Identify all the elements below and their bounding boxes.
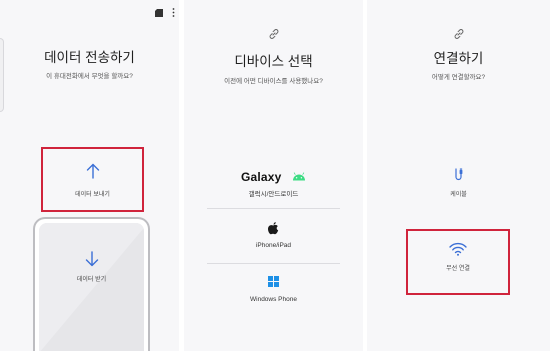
- connect-panel: 연결하기 어떻게 연결할까요? 케이블 무선 연결: [367, 0, 550, 351]
- receive-data-label: 데이터 받기: [76, 277, 107, 283]
- android-icon: [293, 172, 306, 181]
- iphone-option-label[interactable]: iPhone/iPad: [184, 242, 363, 249]
- wireless-option[interactable]: 무선 연결: [406, 229, 510, 295]
- arrow-up-icon: [86, 163, 99, 179]
- windows-icon: [268, 276, 279, 287]
- page-title: 데이터 전송하기: [44, 50, 135, 65]
- sd-card-icon[interactable]: [155, 8, 163, 17]
- smart-switch-screens: 데이터 전송하기 이 휴대전화에서 무엇을 할까요? 데이터 보내기 데이터 받…: [0, 0, 550, 351]
- send-data-button[interactable]: 데이터 보내기: [41, 147, 144, 212]
- apple-icon: [268, 222, 279, 235]
- link-icon: [269, 29, 278, 39]
- windows-phone-option-label[interactable]: Windows Phone: [184, 296, 363, 303]
- send-data-label: 데이터 보내기: [75, 192, 110, 198]
- link-icon: [454, 29, 463, 39]
- wifi-icon: [449, 242, 467, 256]
- top-actions: [155, 8, 175, 17]
- page-subtitle: 어떻게 연결할까요?: [431, 74, 486, 81]
- option-divider: [207, 263, 340, 264]
- phone-screen: 데이터 받기: [39, 223, 144, 351]
- page-subtitle: 이전에 어떤 디바이스를 사용했나요?: [224, 78, 323, 85]
- galaxy-option-label: 갤럭시/안드로이드: [248, 191, 299, 198]
- screen-shading: [39, 223, 144, 351]
- cable-option[interactable]: 케이블: [367, 160, 550, 200]
- cable-option-label: 케이블: [450, 192, 467, 198]
- page-title: 연결하기: [433, 51, 484, 66]
- receive-data-button[interactable]: 데이터 받기: [33, 217, 150, 351]
- galaxy-logo: Galaxy: [240, 169, 282, 184]
- select-device-panel: 디바이스 선택 이전에 어떤 디바이스를 사용했나요? Galaxy 갤럭시/안…: [184, 0, 363, 351]
- wireless-option-label: 무선 연결: [446, 266, 470, 272]
- option-divider: [207, 208, 340, 209]
- transfer-data-panel: 데이터 전송하기 이 휴대전화에서 무엇을 할까요? 데이터 보내기 데이터 받…: [0, 0, 179, 351]
- more-options-icon[interactable]: [172, 8, 175, 17]
- arrow-down-icon: [85, 251, 98, 267]
- cable-icon: [454, 168, 462, 181]
- galaxy-option[interactable]: Galaxy: [184, 168, 363, 186]
- page-subtitle: 이 휴대전화에서 무엇을 할까요?: [46, 73, 133, 80]
- page-title: 디바이스 선택: [234, 54, 313, 69]
